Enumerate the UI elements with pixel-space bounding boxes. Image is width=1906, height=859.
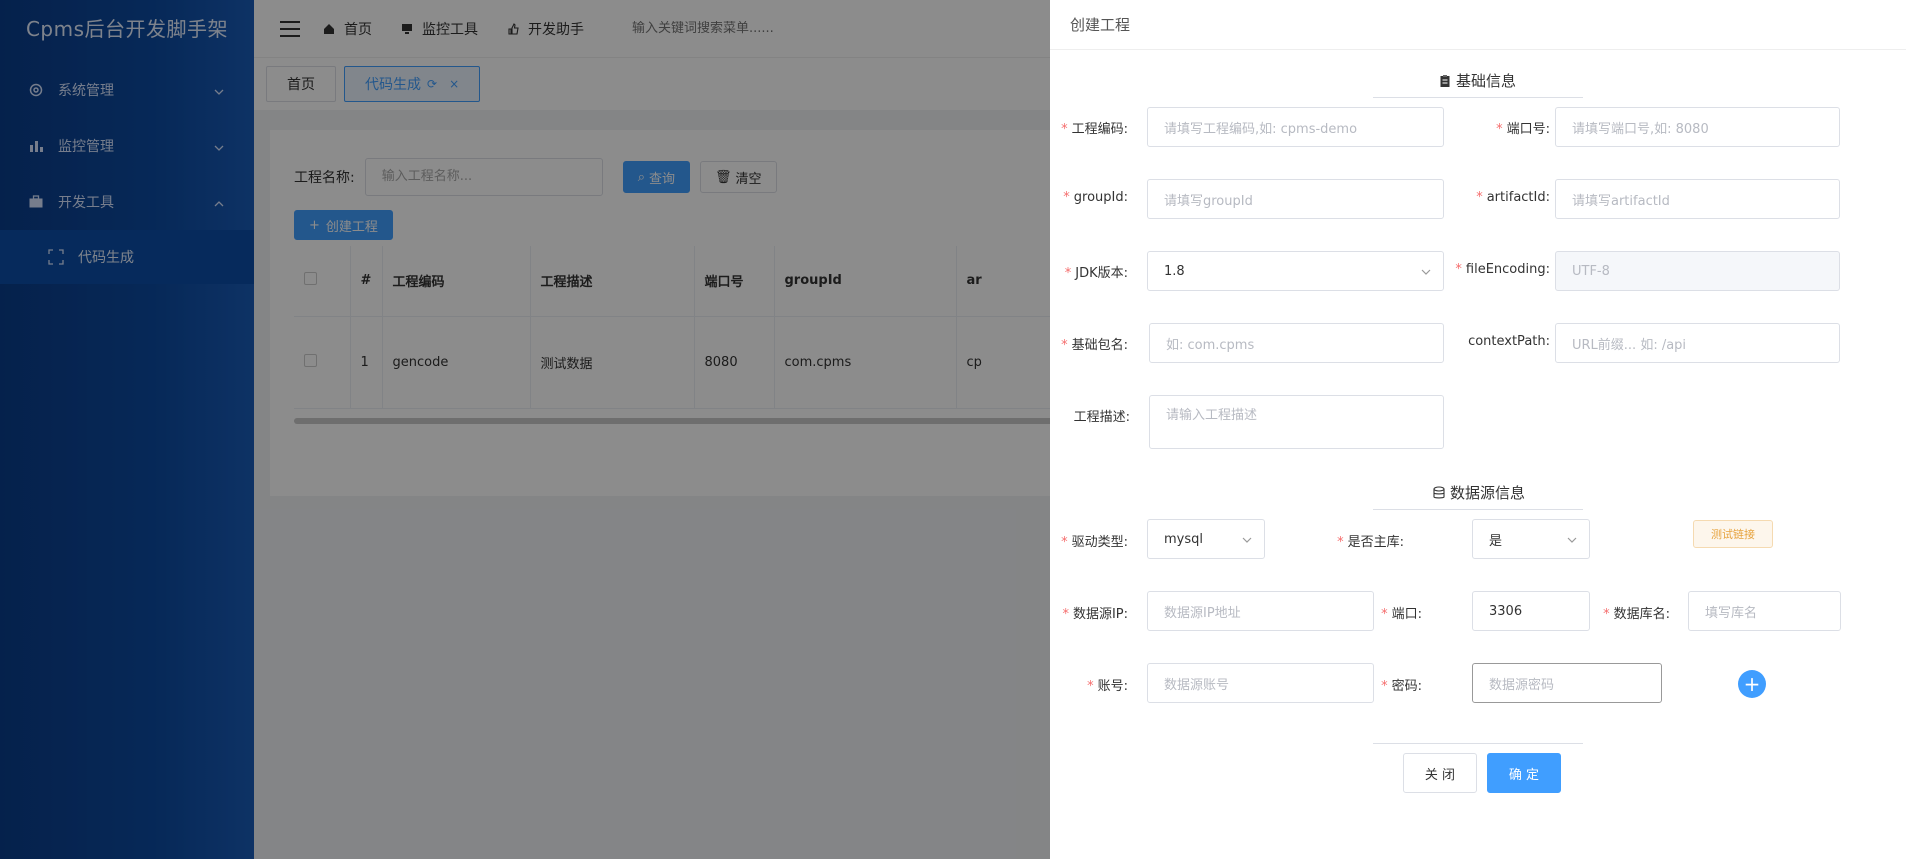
divider [1373,509,1583,510]
base-package-input[interactable]: 如: com.cpms [1149,323,1444,363]
drawer-title: 创建工程 [1050,0,1906,50]
jdk-select[interactable]: 1.8 [1147,251,1444,291]
groupid-input[interactable]: 请填写groupId [1147,179,1444,219]
artifactid-input[interactable]: 请填写artifactId [1555,179,1840,219]
label-code: * 工程编码: [1061,122,1128,137]
encoding-input: UTF-8 [1555,251,1840,291]
section-title-datasource: 数据源信息 [1432,482,1525,503]
label-dbname: * 数据库名: [1603,607,1670,622]
label-desc: 工程描述: [1073,410,1130,425]
section-title-basic: 基础信息 [1438,70,1516,91]
datasource-ip-input[interactable]: 数据源IP地址 [1147,591,1374,631]
datasource-port-input[interactable]: 3306 [1472,591,1590,631]
driver-select[interactable]: mysql [1147,519,1265,559]
divider [1373,97,1583,98]
account-input[interactable]: 数据源账号 [1147,663,1374,703]
port-input[interactable]: 请填写端口号,如: 8080 [1555,107,1840,147]
confirm-button[interactable]: 确 定 [1487,753,1561,793]
label-driver: * 驱动类型: [1061,535,1128,550]
label-groupid: * groupId: [1063,190,1128,205]
master-select[interactable]: 是 [1472,519,1590,559]
database-name-input[interactable]: 填写库名 [1688,591,1841,631]
create-project-drawer: 创建工程 基础信息 * 工程编码: 请填写工程编码,如: cpms-demo * 端… [1050,0,1906,859]
label-account: * 账号: [1087,679,1128,694]
add-datasource-button[interactable]: + [1738,670,1766,698]
clipboard-icon [1438,74,1452,88]
label-port: * 端口号: [1496,122,1550,137]
divider [1373,743,1583,744]
contextpath-input[interactable]: URL前缀... 如: /api [1555,323,1840,363]
label-artifactid: * artifactId: [1476,190,1550,205]
label-jdk: * JDK版本: [1064,266,1128,281]
label-contextpath: contextPath: [1468,334,1550,349]
label-master: * 是否主库: [1337,535,1404,550]
label-dsport: * 端口: [1381,607,1422,622]
test-connection-button[interactable]: 测试链接 [1693,520,1773,548]
chevron-down-icon [1242,534,1252,544]
label-dsip: * 数据源IP: [1062,607,1128,622]
label-pkg: * 基础包名: [1061,338,1128,353]
code-input[interactable]: 请填写工程编码,如: cpms-demo [1147,107,1444,147]
password-input[interactable]: 数据源密码 [1472,663,1662,703]
database-icon [1432,485,1446,500]
label-password: * 密码: [1381,679,1422,694]
label-encoding: * fileEncoding: [1455,262,1550,277]
chevron-down-icon [1567,534,1577,544]
description-textarea[interactable]: 请输入工程描述 [1149,395,1444,449]
close-button[interactable]: 关 闭 [1403,753,1477,793]
